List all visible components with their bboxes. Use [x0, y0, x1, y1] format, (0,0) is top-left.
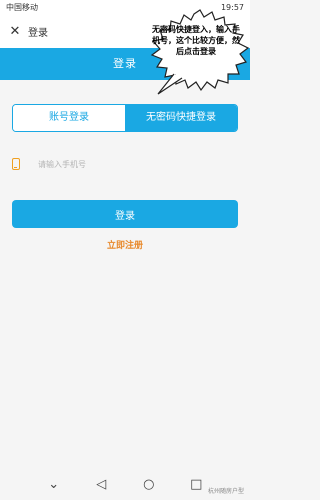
carrier-label: 中国移动 — [6, 2, 38, 12]
collapse-icon[interactable]: ⌄ — [44, 477, 64, 492]
recent-icon[interactable]: □ — [186, 477, 206, 492]
watermark: 杭州随房户型 — [207, 488, 244, 495]
tab-quick-login[interactable]: 无密码快捷登录 — [125, 105, 237, 131]
register-link[interactable]: 立即注册 — [0, 238, 250, 251]
annotation-text: 无密码快捷登入，输入手机号，这个比较方便，然后点击登录 — [152, 25, 240, 56]
navigation-bar: ⌄ ◁ ○ □ — [0, 468, 250, 500]
topbar-title: 登录 — [28, 27, 48, 39]
tab-account-login[interactable]: 账号登录 — [13, 105, 125, 131]
page-title: 登录 — [113, 57, 137, 70]
phone-input[interactable] — [38, 159, 218, 169]
back-icon[interactable]: ◁ — [91, 477, 111, 492]
phone-icon — [12, 158, 20, 170]
login-tabs: 账号登录 无密码快捷登录 — [12, 104, 238, 132]
home-icon[interactable]: ○ — [139, 477, 159, 492]
phone-row — [12, 152, 238, 176]
login-button[interactable]: 登录 — [12, 200, 238, 228]
close-icon[interactable]: ✕ — [8, 24, 22, 39]
